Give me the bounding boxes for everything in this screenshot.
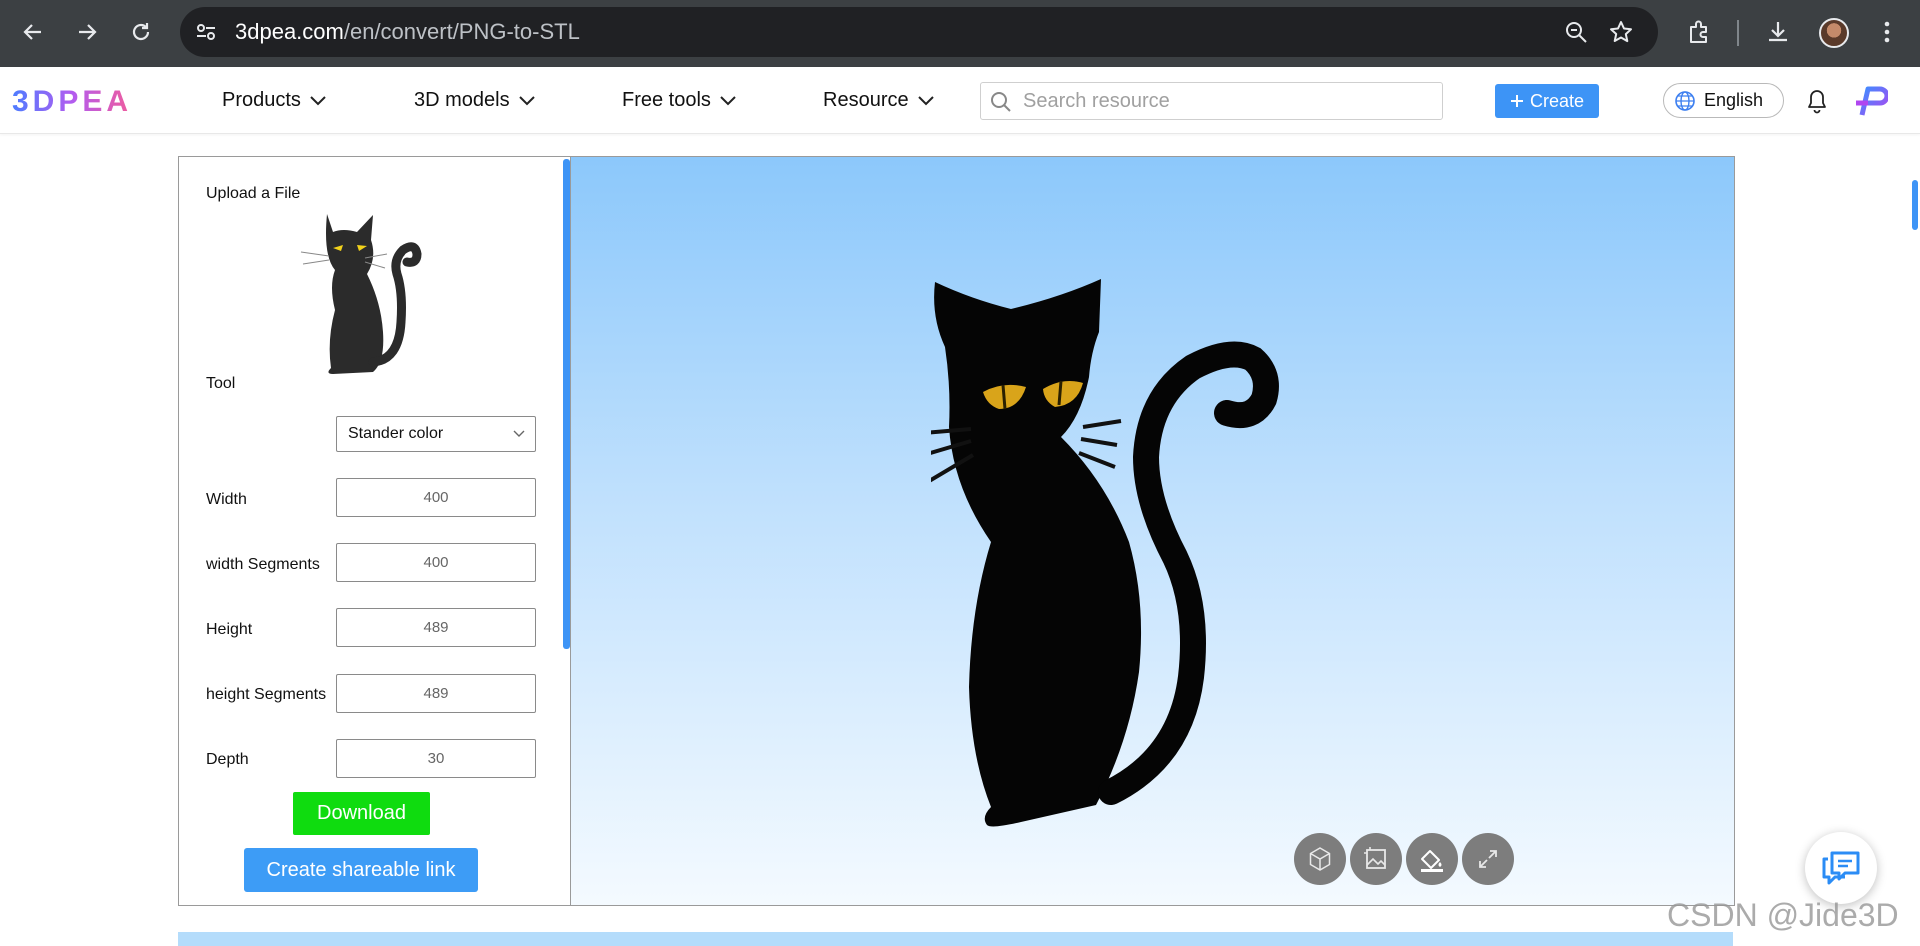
height-label: Height xyxy=(206,621,253,638)
site-navbar: 3DPEA Products 3D models Free tools Reso… xyxy=(0,67,1920,134)
wireframe-icon xyxy=(1309,847,1331,871)
search-box xyxy=(980,82,1443,120)
chat-icon xyxy=(1822,851,1860,885)
zoom-icon[interactable] xyxy=(1563,19,1589,45)
width-segments-input[interactable] xyxy=(336,543,536,582)
depth-label: Depth xyxy=(206,751,249,768)
url-text[interactable]: 3dpea.com/en/convert/PNG-to-STL xyxy=(235,20,580,44)
panel-scrollbar[interactable] xyxy=(563,159,570,649)
bookmark-star-icon[interactable] xyxy=(1608,19,1634,45)
paint-bucket-icon xyxy=(1421,850,1443,872)
nav-3d-models-label: 3D models xyxy=(414,89,510,111)
depth-input[interactable] xyxy=(336,739,536,778)
chevron-down-icon xyxy=(310,95,326,105)
nav-resource[interactable]: Resource xyxy=(823,89,935,112)
expand-icon xyxy=(1479,850,1497,868)
nav-free-tools[interactable]: Free tools xyxy=(622,89,737,112)
width-label: Width xyxy=(206,491,247,508)
toolbar-divider xyxy=(1737,20,1739,46)
plus-icon xyxy=(1510,95,1523,107)
image-icon xyxy=(1364,847,1386,869)
site-logo[interactable]: 3DPEA xyxy=(12,85,132,119)
uploaded-cat-thumbnail[interactable] xyxy=(299,212,449,377)
globe-icon xyxy=(1675,90,1695,111)
nav-resource-label: Resource xyxy=(823,89,909,111)
back-icon[interactable] xyxy=(15,14,51,50)
search-input[interactable] xyxy=(1023,89,1423,113)
create-button[interactable]: Create xyxy=(1495,84,1599,118)
texture-toggle-button[interactable] xyxy=(1350,833,1402,885)
browser-toolbar: 3dpea.com/en/convert/PNG-to-STL xyxy=(0,0,1920,67)
chevron-down-icon xyxy=(917,95,934,105)
height-segments-label: height Segments xyxy=(206,686,327,703)
nav-free-tools-label: Free tools xyxy=(622,89,711,111)
page-scrollbar[interactable] xyxy=(1912,180,1918,230)
bell-icon[interactable] xyxy=(1805,88,1829,119)
site-settings-icon[interactable] xyxy=(194,20,218,49)
download-icon[interactable] xyxy=(1760,14,1796,50)
3d-preview-viewport[interactable] xyxy=(571,157,1734,905)
search-icon xyxy=(989,90,1013,119)
converter-card: Upload a File Tool Stander color Width w… xyxy=(178,156,1735,906)
height-input[interactable] xyxy=(336,608,536,647)
color-fill-button[interactable] xyxy=(1406,833,1458,885)
url-host: 3dpea.com xyxy=(235,19,344,44)
width-input[interactable] xyxy=(336,478,536,517)
profile-avatar[interactable] xyxy=(1819,18,1849,48)
cat-3d-model[interactable] xyxy=(931,277,1371,877)
wireframe-toggle-button[interactable] xyxy=(1294,833,1346,885)
chat-support-button[interactable] xyxy=(1805,832,1877,904)
nav-products-label: Products xyxy=(222,89,301,111)
watermark-text: CSDN @Jide3D xyxy=(1667,897,1899,933)
brand-p-icon[interactable] xyxy=(1854,85,1890,122)
fullscreen-button[interactable] xyxy=(1462,833,1514,885)
nav-3d-models[interactable]: 3D models xyxy=(414,89,536,112)
tool-select[interactable]: Stander color xyxy=(336,416,536,452)
forward-icon[interactable] xyxy=(69,14,105,50)
menu-kebab-icon[interactable] xyxy=(1869,14,1905,50)
tool-label: Tool xyxy=(206,375,236,392)
upload-file-label[interactable]: Upload a File xyxy=(206,185,300,203)
chevron-down-icon xyxy=(518,95,535,105)
next-section-strip xyxy=(178,932,1733,946)
download-button[interactable]: Download xyxy=(293,792,430,835)
language-label: English xyxy=(1704,90,1764,110)
chevron-down-icon xyxy=(513,430,525,437)
height-segments-input[interactable] xyxy=(336,674,536,713)
address-bar[interactable]: 3dpea.com/en/convert/PNG-to-STL xyxy=(180,7,1658,57)
chevron-down-icon xyxy=(720,95,736,105)
width-segments-label: width Segments xyxy=(206,556,320,573)
nav-products[interactable]: Products xyxy=(222,89,327,112)
extensions-icon[interactable] xyxy=(1681,14,1717,50)
create-button-label: Create xyxy=(1529,90,1585,111)
language-selector[interactable]: English xyxy=(1663,83,1784,118)
settings-panel: Upload a File Tool Stander color Width w… xyxy=(179,157,571,905)
create-shareable-link-button[interactable]: Create shareable link xyxy=(244,848,478,892)
tool-select-value: Stander color xyxy=(348,425,444,442)
url-path: /en/convert/PNG-to-STL xyxy=(343,19,580,44)
reload-icon[interactable] xyxy=(123,14,159,50)
